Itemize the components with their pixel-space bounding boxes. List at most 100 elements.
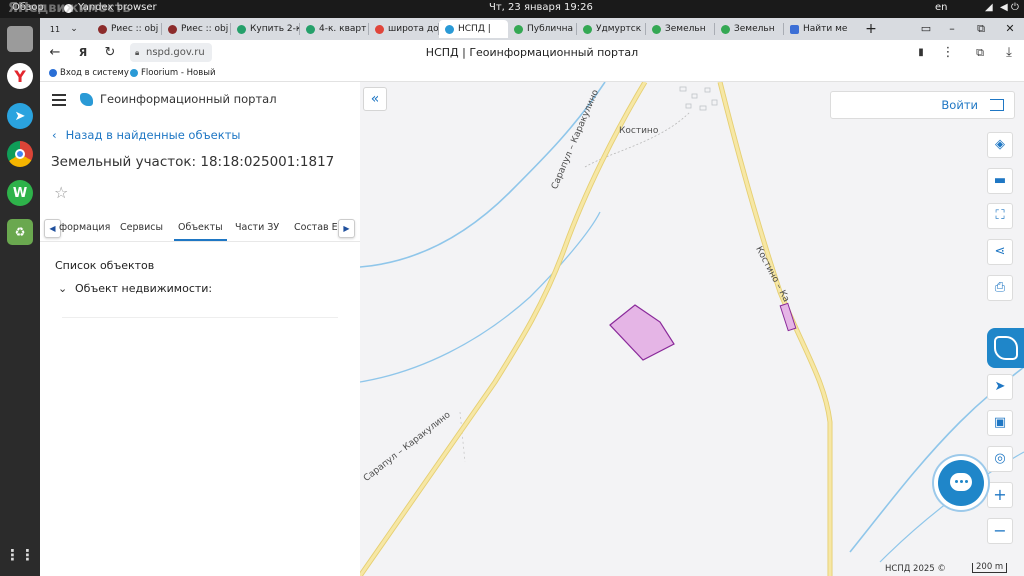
tab-7[interactable]: Удмуртск [577,20,646,38]
map-canvas [360,82,1024,576]
minimize-button[interactable]: – [944,21,960,37]
telegram-icon[interactable]: ➤ [7,103,33,129]
tab-label: Риес :: obj [111,24,159,34]
hamburger-menu-icon[interactable] [52,94,66,106]
dock: Y ➤ W ♻ ⋮⋮ [0,18,40,576]
map-view[interactable]: Костино Сарапул – Каракулино Сарапул – К… [360,82,1024,576]
tabs-scroll-right-button[interactable]: ▶ [338,219,355,238]
print-icon[interactable]: ⎙ [987,275,1013,301]
village-label: Костино [619,126,659,136]
restore-button[interactable]: ⧉ [973,21,989,37]
tab-favicon [306,24,315,34]
chevron-down-icon: ⌄ [58,282,68,295]
tab-label: 4-к. кварт [319,24,367,34]
navigation-icon[interactable]: ➤ [987,374,1013,400]
tab-favicon [375,24,384,34]
bookmark-login[interactable]: Вход в систему [49,68,129,78]
back-to-results-link[interactable]: ‹ Назад в найденные объекты [52,128,240,142]
watermark-logo: ЯНедвижимость [8,1,131,16]
tab-information[interactable]: формация [59,222,110,233]
road-kostino-casing [717,82,833,576]
tab-favicon [652,24,661,34]
picture-in-picture-icon[interactable]: ▣ [987,410,1013,436]
trash-icon[interactable]: ♻ [7,219,33,245]
bookmark-floorium[interactable]: Floorium - Новый [130,68,215,78]
selected-parcel [609,304,675,361]
tab-favicon [514,24,523,34]
show-apps-icon[interactable]: ⋮⋮ [5,542,35,568]
tab-0[interactable]: Риес :: obj [92,20,162,38]
tab-list-chevron-icon[interactable]: ⌄ [67,20,81,38]
tab-label: Удмуртск [596,24,642,34]
tab-4[interactable]: широта до [369,20,439,38]
info-panel: Геоинформационный портал ‹ Назад в найден… [40,82,360,576]
tab-1[interactable]: Риес :: obj [162,20,231,38]
tab-manager-icon[interactable]: ▭ [918,21,934,37]
tab-5-active[interactable]: НСПД | [439,20,508,38]
tab-6[interactable]: Публична [508,20,577,38]
chrome-icon[interactable] [7,141,33,167]
real-estate-object-row[interactable]: ⌄ Объект недвижимости: [58,282,212,295]
tab-objects[interactable]: Объекты [174,222,227,241]
collapse-panel-button[interactable]: « [363,87,387,111]
object-tabs: ◀ формация Сервисы Объекты Части ЗУ Сост… [40,212,360,242]
tab-parcel-parts[interactable]: Части ЗУ [235,222,279,233]
tab-favicon [237,24,246,34]
track-2 [459,411,466,463]
whatsapp-icon[interactable]: W [7,180,33,206]
tab-counter[interactable]: 11 [44,20,66,38]
more-menu-icon[interactable]: ⋮ [940,45,956,61]
tab-10[interactable]: Найти ме [784,20,856,38]
login-button[interactable]: Войти [830,91,1015,119]
bookmark-favicon [49,69,57,77]
road-kostino [718,82,832,576]
bookmark-label: Вход в систему [60,68,129,78]
tab-9[interactable]: Земельн [715,20,784,38]
tab-favicon [168,24,177,34]
zoom-out-button[interactable]: − [987,518,1013,544]
layers-icon[interactable]: ◈ [987,132,1013,158]
favorite-star-icon[interactable]: ☆ [54,183,68,202]
tab-ez-composition[interactable]: Состав ЕЗ [294,222,344,233]
nspd-side-logo-icon[interactable] [987,328,1024,368]
sidebar-panel-icon[interactable]: ⧉ [972,45,988,61]
download-icon[interactable]: ⤓ [1001,45,1017,61]
tab-favicon [583,24,592,34]
new-tab-button[interactable]: + [863,21,879,37]
bookmark-icon[interactable]: ▮ [913,45,929,61]
clock[interactable]: Чт, 23 января 19:26 [489,2,593,13]
tab-favicon [721,24,730,34]
tab-services[interactable]: Сервисы [120,222,163,233]
tab-label: НСПД | [458,24,491,34]
power-icon[interactable]: ⏻ [1011,2,1019,13]
scale-bar: 200 m [972,563,1008,573]
close-window-button[interactable]: ✕ [1002,21,1018,37]
tab-label: Земельн [665,24,706,34]
ruler-icon[interactable]: ▬ [987,168,1013,194]
chat-button[interactable] [938,460,984,506]
portal-name: Геоинформационный портал [100,92,277,106]
locate-icon[interactable]: ◎ [987,446,1013,472]
select-area-icon[interactable]: ⛶ [987,203,1013,229]
tab-label: Публична [527,24,573,34]
share-icon[interactable]: ⋖ [987,239,1013,265]
network-icon[interactable]: ◢ [985,2,993,13]
zoom-in-button[interactable]: + [987,482,1013,508]
volume-icon[interactable]: ◀ [1000,2,1008,13]
tab-3[interactable]: 4-к. кварт [300,20,369,38]
copyright: НСПД 2025 © [885,564,946,574]
road-sarapul-karakulino-casing [360,82,648,576]
tab-label: широта до [388,24,439,34]
chevron-left-icon: ‹ [52,128,57,142]
bookmark-label: Floorium - Новый [141,68,216,78]
files-icon[interactable] [7,26,33,52]
yandex-browser-icon[interactable]: Y [7,63,33,89]
bookmarks-bar: Вход в систему Floorium - Новый [40,66,1024,82]
tab-favicon [790,24,799,34]
tab-8[interactable]: Земельн [646,20,715,38]
login-label: Войти [941,98,978,112]
tab-2[interactable]: Купить 2-к [231,20,300,38]
tab-label: Риес :: obj [181,24,229,34]
address-bar: ← Я ↻ 🔒︎ nspd.gov.ru НСПД | Геоинформаци… [40,40,1024,66]
keyboard-layout[interactable]: en [935,2,948,13]
